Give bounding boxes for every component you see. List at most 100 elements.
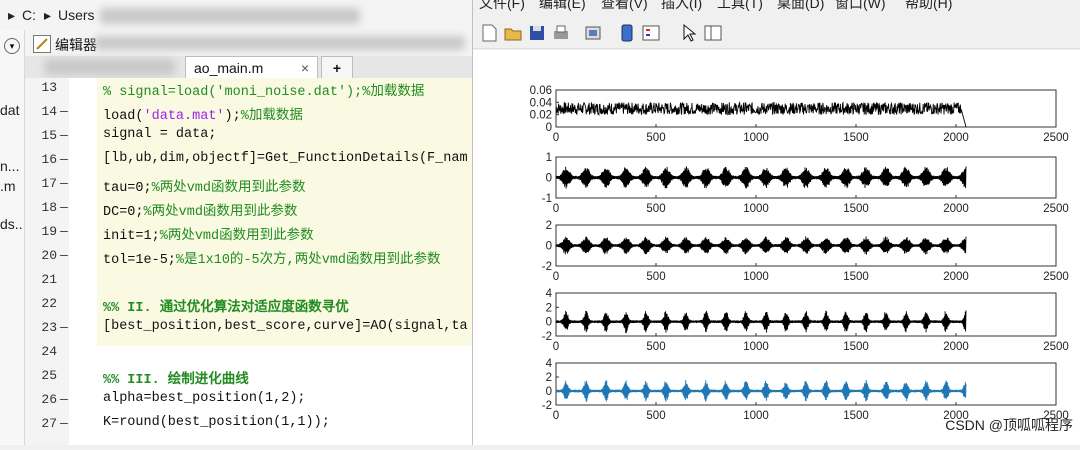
menu-item[interactable]: 编辑(E) xyxy=(539,0,586,13)
subplot-4[interactable]: 0 500 1000 1500 2000 2500420-2 xyxy=(542,288,1069,353)
breakpoint-marker[interactable]: — xyxy=(60,152,68,167)
expand-arrow-icon[interactable]: ▸ xyxy=(8,7,15,24)
y-tick-label: 1 xyxy=(546,152,552,164)
figure-window: 文件(F) 编辑(E) 查看(V) 插入(I) 工具(T) 桌面(D) 窗口(W) 帮助(H)… xyxy=(472,0,1080,445)
path-bar: ▸ C: ▸ Users xyxy=(0,0,472,31)
y-tick-label: 0 xyxy=(546,241,552,253)
code-line[interactable]: K=round(best_position(1,1)); xyxy=(103,415,330,430)
file-item[interactable]: ds.. xyxy=(0,216,23,232)
breakpoint-marker[interactable]: — xyxy=(60,200,68,215)
y-tick-label: 2 xyxy=(546,372,552,384)
menu-item[interactable]: 文件(F) xyxy=(479,0,525,13)
code-token: %% III. 绘制进化曲线 xyxy=(103,373,249,388)
code-token: 'data.mat' xyxy=(143,109,225,124)
tab-ao-main[interactable]: ao_main.m × xyxy=(185,56,318,78)
close-tab-icon[interactable]: × xyxy=(301,57,309,79)
breakpoint-marker[interactable]: — xyxy=(60,392,68,407)
redacted-tab[interactable] xyxy=(45,59,175,75)
legend-icon[interactable] xyxy=(641,23,661,43)
code-line[interactable]: load('data.mat');%加载数据 xyxy=(103,103,303,124)
code-token: %是1x10的-5次方,两处vmd函数用到此参数 xyxy=(175,253,441,268)
y-tick-label: -1 xyxy=(542,193,552,205)
x-tick-label: 1500 xyxy=(843,203,869,215)
menu-item[interactable]: 帮助(H) xyxy=(905,0,952,13)
edit-icon xyxy=(33,35,51,53)
line-number: 19 xyxy=(41,224,57,239)
y-tick-label: 0 xyxy=(546,173,552,185)
x-tick-label: 2000 xyxy=(943,271,969,283)
x-tick-label: 500 xyxy=(646,132,665,144)
line-number: 24 xyxy=(41,344,57,359)
current-folder-panel: dat n... .m ds.. ▾ xyxy=(0,30,25,445)
y-tick-label: -2 xyxy=(542,400,552,412)
pointer-icon[interactable] xyxy=(679,23,699,43)
breakpoint-marker[interactable]: — xyxy=(60,104,68,119)
dock-icon[interactable] xyxy=(617,23,637,43)
code-line[interactable]: tau=0;%两处vmd函数用到此参数 xyxy=(103,175,306,196)
new-file-icon[interactable] xyxy=(479,23,499,43)
file-item[interactable]: n... xyxy=(0,158,19,174)
y-tick-label: 0.06 xyxy=(530,85,552,97)
subplot-5[interactable]: 0 500 1000 1500 2000 2500420-2 xyxy=(542,358,1069,422)
x-tick-label: 500 xyxy=(646,410,665,422)
file-item[interactable]: .m xyxy=(0,178,16,194)
y-tick-label: 0 xyxy=(546,317,552,329)
panel-menu-icon[interactable]: ▾ xyxy=(4,38,20,54)
breakpoint-marker[interactable]: — xyxy=(60,248,68,263)
subplot-1[interactable]: 0 500 1000 1500 2000 2500 0.060.040.020 xyxy=(530,85,1069,144)
y-tick-label: -2 xyxy=(542,261,552,273)
subplot-3[interactable]: 0 500 1000 1500 2000 250020-2 xyxy=(542,220,1069,283)
y-tick-label: 0 xyxy=(546,386,552,398)
x-tick-label: 500 xyxy=(646,271,665,283)
property-icon[interactable] xyxy=(703,23,723,43)
x-tick-label: 1000 xyxy=(743,203,769,215)
line-number: 15 xyxy=(41,128,57,143)
breakpoint-marker[interactable]: — xyxy=(60,320,68,335)
code-line[interactable]: init=1;%两处vmd函数用到此参数 xyxy=(103,223,314,244)
print-icon[interactable] xyxy=(551,23,571,43)
code-token: %两处vmd函数用到此参数 xyxy=(159,229,314,244)
menu-item[interactable]: 查看(V) xyxy=(601,0,648,13)
code-line[interactable]: [lb,ub,dim,objectf]=Get_FunctionDetails(… xyxy=(103,151,468,166)
path-drive[interactable]: C: xyxy=(22,7,36,23)
menu-item[interactable]: 桌面(D) xyxy=(777,0,824,13)
file-item[interactable]: dat xyxy=(0,102,19,118)
code-token: tau=0; xyxy=(103,181,152,196)
breakpoint-marker[interactable]: — xyxy=(60,416,68,431)
path-folder[interactable]: Users xyxy=(58,7,95,23)
add-tab-button[interactable]: + xyxy=(321,56,353,80)
code-line[interactable]: DC=0;%两处vmd函数用到此参数 xyxy=(103,199,297,220)
line-number: 25 xyxy=(41,368,57,383)
code-line[interactable]: %% II. 通过优化算法对适应度函数寻优 xyxy=(103,295,349,316)
x-tick-label: 1000 xyxy=(743,410,769,422)
breakpoint-marker[interactable]: — xyxy=(60,128,68,143)
breakpoint-marker[interactable]: — xyxy=(60,224,68,239)
menu-item[interactable]: 窗口(W) xyxy=(835,0,886,13)
open-folder-icon[interactable] xyxy=(503,23,523,43)
save-icon[interactable] xyxy=(527,23,547,43)
code-line[interactable]: % signal=load('moni_noise.dat');%加载数据 xyxy=(103,79,424,100)
x-tick-label: 1000 xyxy=(743,341,769,353)
code-token: DC=0; xyxy=(103,205,144,220)
figure-menubar: 文件(F) 编辑(E) 查看(V) 插入(I) 工具(T) 桌面(D) 窗口(W) 帮助(H) xyxy=(473,0,1080,14)
x-tick-label: 1500 xyxy=(843,410,869,422)
code-token: );%加载数据 xyxy=(346,85,425,100)
link-icon[interactable] xyxy=(583,23,603,43)
code-line[interactable]: [best_position,best_score,curve]=AO(sign… xyxy=(103,319,468,334)
code-token: signal = data; xyxy=(103,127,217,142)
code-line[interactable]: signal = data; xyxy=(103,127,216,142)
breakpoint-marker[interactable]: — xyxy=(60,176,68,191)
editor-label: 编辑器 xyxy=(55,37,97,53)
menu-item[interactable]: 插入(I) xyxy=(661,0,702,13)
editor-window: ▸ C: ▸ Users dat n... .m ds.. ▾ 编辑器 ao_m… xyxy=(0,0,472,445)
code-token: alpha=best_position(1,2); xyxy=(103,391,306,406)
code-line[interactable]: %% III. 绘制进化曲线 xyxy=(103,367,249,388)
subplot-2[interactable]: 0 500 1000 1500 2000 250010-1 xyxy=(542,152,1069,215)
code-line[interactable]: tol=1e-5;%是1x10的-5次方,两处vmd函数用到此参数 xyxy=(103,247,441,268)
line-number: 26 xyxy=(41,392,57,407)
menu-item[interactable]: 工具(T) xyxy=(717,0,763,13)
line-number: 18 xyxy=(41,200,57,215)
y-tick-label: 2 xyxy=(546,220,552,232)
code-line[interactable]: alpha=best_position(1,2); xyxy=(103,391,306,406)
x-tick-label: 0 xyxy=(553,271,559,283)
